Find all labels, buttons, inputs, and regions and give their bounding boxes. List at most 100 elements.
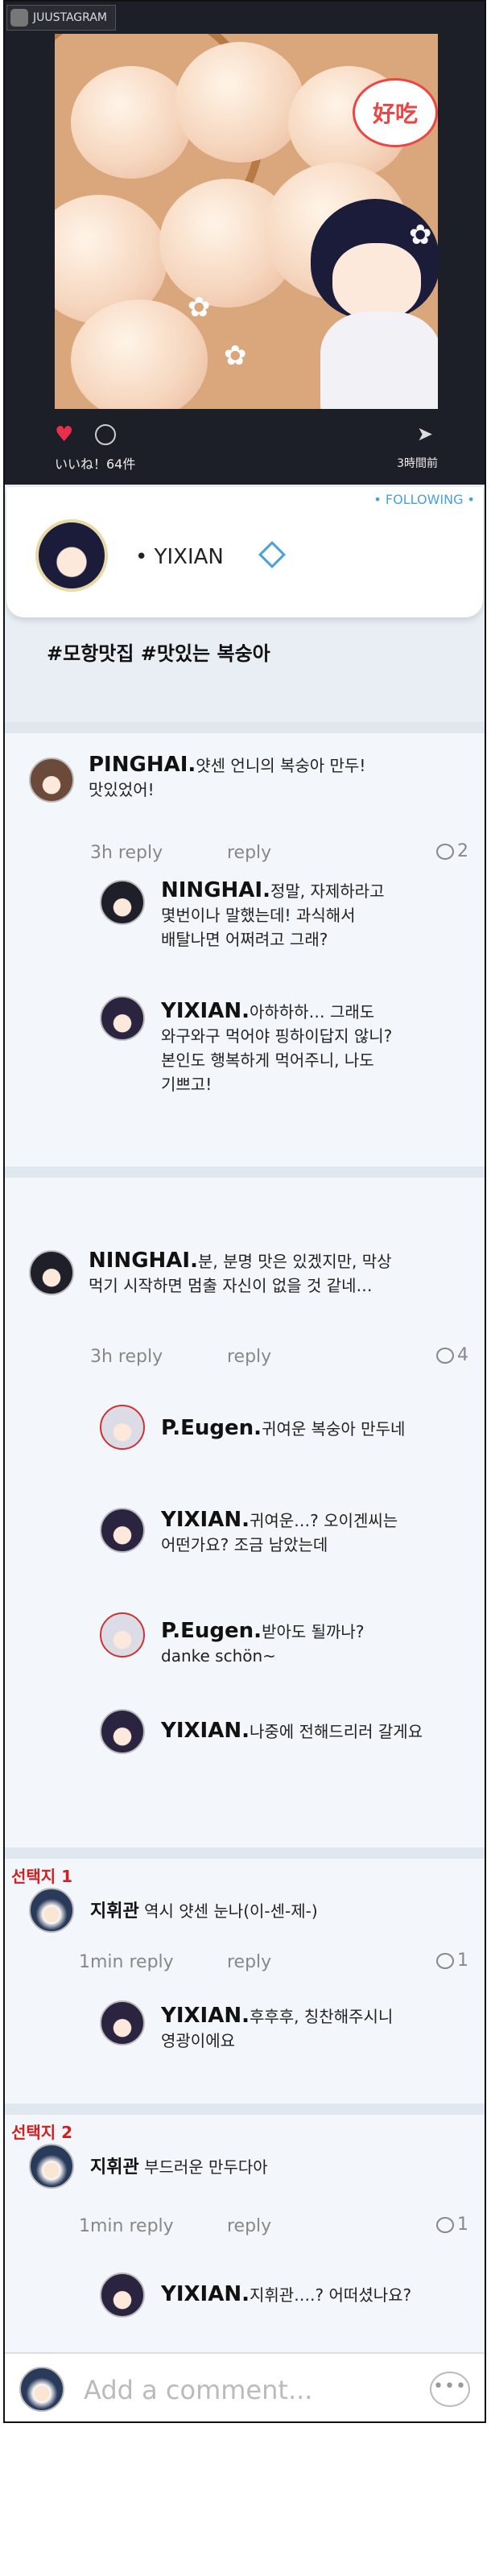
reply-button[interactable]: reply: [227, 843, 271, 863]
verified-badge-icon: [258, 541, 286, 568]
choice-label: 선택지 2: [11, 2123, 73, 2142]
reply-author[interactable]: YIXIAN.: [161, 1508, 250, 1532]
reply-bubble-icon: [436, 1953, 454, 1969]
reply-count[interactable]: 4: [436, 1345, 468, 1365]
app-logo-icon: [10, 9, 28, 27]
comment-author[interactable]: NINGHAI.: [89, 1249, 198, 1273]
following-button[interactable]: • FOLLOWING •: [373, 492, 475, 507]
comment-text: 먹기 시작하면 멈출 자신이 없을 것 같네…: [89, 1276, 373, 1295]
app-name: JUUSTAGRAM: [33, 11, 107, 24]
reply-button[interactable]: reply: [227, 1347, 271, 1367]
reply-count-value: 4: [457, 1345, 468, 1365]
profile-card: • FOLLOWING • • YIXIAN: [6, 487, 483, 617]
post-hashtags[interactable]: #모항맛집 #맛있는 복숭아: [47, 638, 270, 666]
comment-body: NINGHAI.분, 분명 맛은 있겠지만, 막상 먹기 시작하면 멈출 자신이…: [89, 1249, 475, 1298]
reply-text: danke schön~: [161, 1646, 276, 1666]
reply-count-value: 2: [457, 841, 468, 861]
comment-time: 3h reply: [90, 843, 163, 863]
reply-text: 귀여운…? 오이겐씨는: [249, 1511, 398, 1530]
reply-bubble-icon: [436, 1348, 454, 1364]
reply-author[interactable]: NINGHAI.: [161, 878, 270, 902]
avatar[interactable]: [100, 1709, 145, 1754]
author-avatar[interactable]: [35, 519, 108, 592]
author-name[interactable]: • YIXIAN: [135, 545, 224, 569]
divider: [5, 1847, 485, 1859]
commander-avatar[interactable]: [29, 1888, 74, 1933]
flower-icon: ✿: [188, 291, 211, 324]
avatar[interactable]: [100, 1405, 145, 1450]
reply-author[interactable]: P.Eugen.: [161, 1619, 262, 1643]
reply-body: YIXIAN.아하하하… 그래도 와구와구 먹어야 핑하이답지 않니? 본인도 …: [161, 999, 475, 1096]
avatar[interactable]: [100, 1612, 145, 1657]
comment-thread: NINGHAI.분, 분명 맛은 있겠지만, 막상 먹기 시작하면 멈출 자신이…: [5, 1178, 485, 1847]
divider: [5, 2103, 485, 2115]
comment-text: 역시 얏센 눈나(이-센-제-): [144, 1901, 318, 1921]
avatar[interactable]: [29, 1250, 74, 1295]
speech-bubble: 好吃: [353, 78, 438, 147]
reply-text: 배탈나면 어쩌려고 그래?: [161, 930, 328, 949]
more-dots-icon[interactable]: •••: [430, 2372, 470, 2407]
reply-author[interactable]: P.Eugen.: [161, 1416, 262, 1440]
reply-text: 본인도 행복하게 먹어주니, 나도: [161, 1051, 374, 1070]
photo-action-bar: ♥ ➤ いいね！64件 3時間前: [55, 416, 438, 481]
reply-text: 나중에 전해드리러 갈게요: [249, 1722, 423, 1741]
reply-text: 와구와구 먹어야 핑하이답지 않니?: [161, 1026, 393, 1046]
photo-section: JUUSTAGRAM 好吃 ✿ ✿ ✿ ♥ ➤ いいね！64件 3時間前: [5, 2, 485, 485]
commander-avatar[interactable]: [29, 2144, 74, 2189]
flower-icon: ✿: [224, 340, 247, 372]
like-heart-icon[interactable]: ♥: [55, 423, 73, 447]
reply-count[interactable]: 2: [436, 841, 468, 861]
comment-thread: PINGHAI.얏센 언니의 복숭아 만두! 맛있었어! 3h reply re…: [5, 733, 485, 1166]
peach-bun: [71, 66, 192, 179]
reply-text: 어떤가요? 조금 남았는데: [161, 1535, 328, 1554]
reply-count[interactable]: 1: [436, 1951, 468, 1971]
reply-body: NINGHAI.정말, 자제하라고 몇번이나 말했는데! 과식해서 배탈나면 어…: [161, 878, 475, 952]
reply-body: YIXIAN.후후후, 칭찬해주시니 영광이에요: [161, 2004, 475, 2053]
reply-count-value: 1: [457, 2215, 468, 2235]
post-frame: JUUSTAGRAM 好吃 ✿ ✿ ✿ ♥ ➤ いいね！64件 3時間前 • F…: [3, 0, 486, 2423]
comment-time: 3h reply: [90, 1347, 163, 1367]
avatar[interactable]: [100, 1508, 145, 1553]
reply-text: 영광이에요: [161, 2031, 235, 2050]
reply-text: 기쁘고!: [161, 1075, 212, 1094]
reply-body: YIXIAN.나중에 전해드리러 갈게요: [161, 1719, 483, 1744]
comment-icon[interactable]: [95, 424, 116, 445]
choice-2-thread: 선택지 2 지휘관 부드러운 만두다아 1min reply reply 1 Y…: [5, 2115, 485, 2352]
comment-input-bar: Add a comment... •••: [5, 2352, 485, 2421]
reply-author[interactable]: YIXIAN.: [161, 2004, 250, 2028]
comment-time: 1min reply: [79, 2216, 174, 2236]
reply-text: 몇번이나 말했는데! 과식해서: [161, 906, 356, 925]
reply-body: P.Eugen.귀여운 복숭아 만두네: [161, 1416, 475, 1441]
reply-body: P.Eugen.받아도 될까나? danke schön~: [161, 1619, 475, 1668]
avatar[interactable]: [29, 758, 74, 803]
post-time: 3時間前: [397, 457, 438, 470]
avatar[interactable]: [100, 2273, 145, 2318]
reply-button[interactable]: reply: [227, 2216, 271, 2236]
send-icon[interactable]: ➤: [417, 423, 433, 445]
comment-body: 지휘관 부드러운 만두다아: [90, 2155, 468, 2180]
comment-author[interactable]: 지휘관: [90, 2157, 139, 2178]
reply-text: 귀여운 복숭아 만두네: [262, 1419, 406, 1439]
reply-button[interactable]: reply: [227, 1952, 271, 1972]
chibi-character-body: [320, 312, 438, 409]
avatar[interactable]: [100, 2000, 145, 2046]
avatar[interactable]: [100, 880, 145, 925]
comment-input[interactable]: Add a comment...: [84, 2375, 312, 2405]
comment-author[interactable]: 지휘관: [90, 1901, 139, 1922]
reply-author[interactable]: YIXIAN.: [161, 1719, 250, 1743]
comment-author[interactable]: PINGHAI.: [89, 753, 196, 777]
comment-text: 얏센 언니의 복숭아 만두!: [196, 756, 366, 775]
reply-author[interactable]: YIXIAN.: [161, 999, 250, 1023]
reply-count-value: 1: [457, 1951, 468, 1971]
reply-body: YIXIAN.귀여운…? 오이겐씨는 어떤가요? 조금 남았는데: [161, 1508, 475, 1557]
post-photo[interactable]: 好吃 ✿ ✿ ✿: [55, 34, 438, 409]
reply-count[interactable]: 1: [436, 2215, 468, 2235]
avatar[interactable]: [100, 996, 145, 1041]
choice-label: 선택지 1: [11, 1867, 73, 1886]
choice-1-thread: 선택지 1 지휘관 역시 얏센 눈나(이-센-제-) 1min reply re…: [5, 1859, 485, 2103]
reply-text: 아하하하… 그래도: [249, 1002, 375, 1022]
commander-avatar: [19, 2367, 64, 2412]
divider: [5, 722, 485, 733]
reply-bubble-icon: [436, 2217, 454, 2233]
reply-author[interactable]: YIXIAN.: [161, 2282, 250, 2306]
